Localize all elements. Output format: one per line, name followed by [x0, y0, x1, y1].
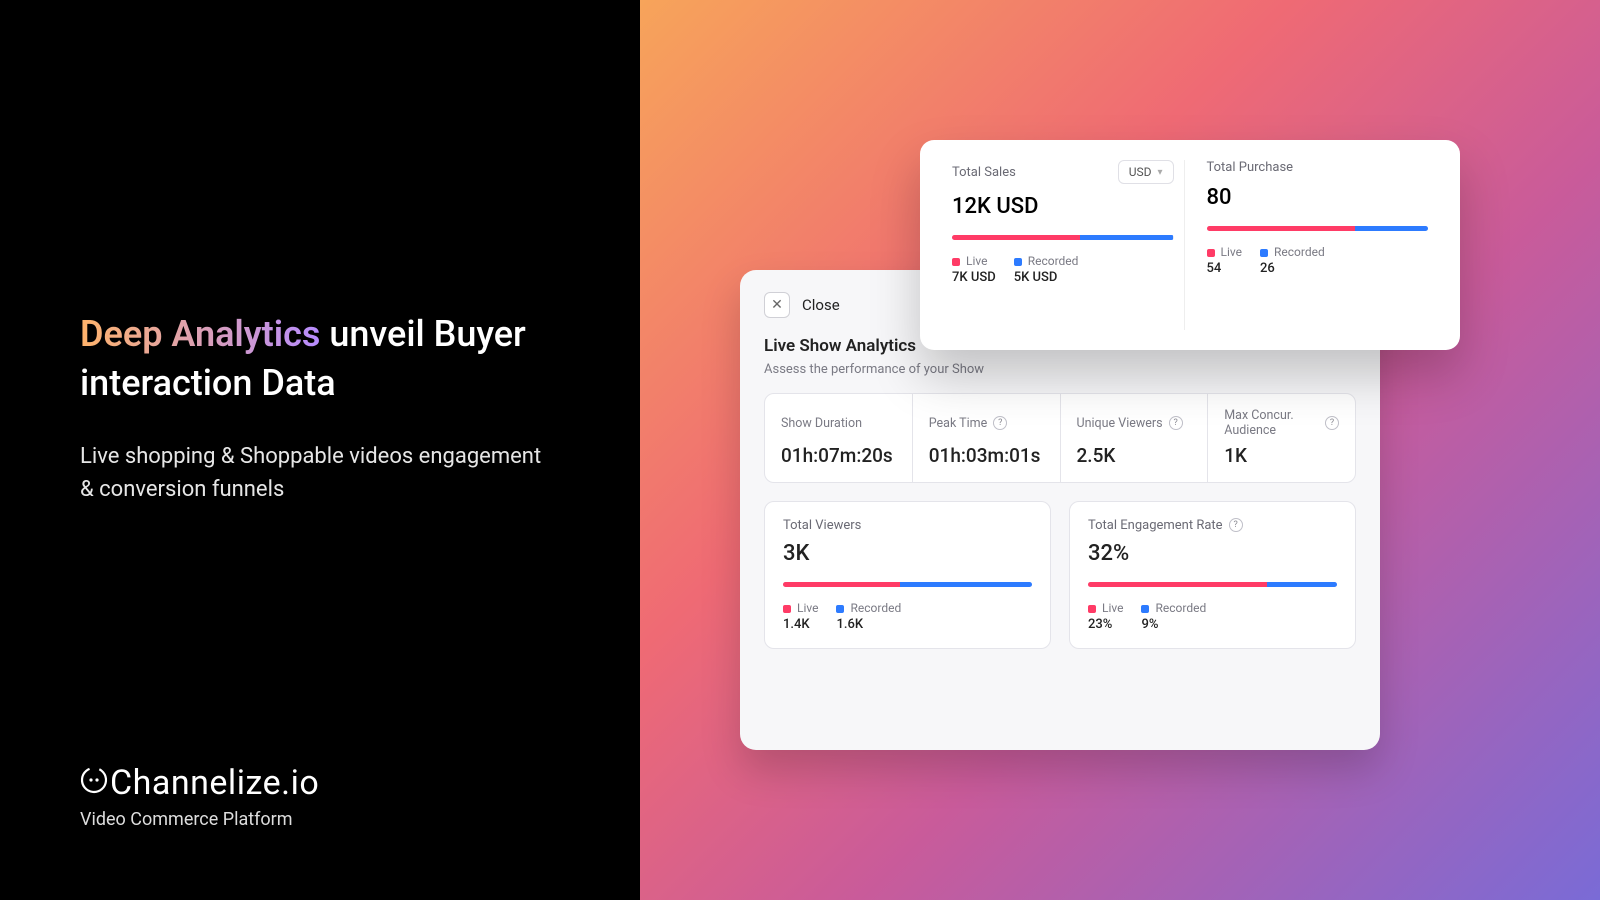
- legend-recorded: Recorded 26: [1260, 245, 1325, 276]
- close-button[interactable]: ✕: [764, 292, 790, 318]
- legend-live: Live 7K USD: [952, 254, 996, 285]
- bar-live-segment: [1207, 226, 1355, 231]
- legend-live: Live 23%: [1088, 601, 1123, 632]
- front-value: 80: [1207, 185, 1429, 210]
- mini-value: 3K: [783, 541, 1032, 566]
- dot-icon: [1260, 249, 1268, 257]
- dot-icon: [1207, 249, 1215, 257]
- stat-show-duration: Show Duration 01h:07m:20s: [765, 394, 913, 482]
- stat-value: 1K: [1224, 444, 1339, 468]
- legend: Live 7K USD Recorded 5K USD: [952, 254, 1174, 285]
- brand-logo: Channelize.io: [80, 763, 319, 803]
- logo-icon: [80, 766, 108, 794]
- info-icon[interactable]: ?: [1229, 518, 1243, 532]
- currency-select[interactable]: USD ▾: [1118, 160, 1174, 184]
- analytics-subtitle: Assess the performance of your Show: [764, 362, 1356, 377]
- brand-block: Channelize.io Video Commerce Platform: [80, 763, 319, 830]
- split-bar: [1088, 582, 1337, 587]
- mini-label: Total Engagement Rate: [1088, 518, 1223, 533]
- front-label: Total Purchase: [1207, 160, 1294, 175]
- stat-label: Show Duration: [781, 408, 896, 438]
- stat-value: 2.5K: [1077, 444, 1192, 468]
- mini-label: Total Viewers: [783, 518, 1032, 533]
- bar-recorded-segment: [1355, 226, 1428, 231]
- info-icon[interactable]: ?: [1325, 416, 1339, 430]
- stat-label: Unique Viewers: [1077, 416, 1163, 431]
- total-viewers-card: Total Viewers 3K Live 1.4K Recorded 1.6K: [764, 501, 1051, 649]
- bar-live-segment: [952, 235, 1080, 240]
- subheadline: Live shopping & Shoppable videos engagem…: [80, 440, 560, 506]
- headline-highlight: Deep Analytics: [80, 313, 320, 355]
- dot-icon: [1014, 258, 1022, 266]
- mini-value: 32%: [1088, 541, 1337, 566]
- stat-label: Peak Time: [929, 416, 988, 431]
- total-engagement-card: Total Engagement Rate? 32% Live 23% Reco…: [1069, 501, 1356, 649]
- bar-recorded-segment: [1080, 235, 1173, 240]
- chevron-down-icon: ▾: [1157, 167, 1162, 178]
- legend-live: Live 1.4K: [783, 601, 818, 632]
- stat-peak-time: Peak Time? 01h:03m:01s: [913, 394, 1061, 482]
- legend-recorded: Recorded 5K USD: [1014, 254, 1079, 285]
- stat-value: 01h:03m:01s: [929, 444, 1044, 468]
- close-label[interactable]: Close: [802, 296, 840, 314]
- showcase-right-panel: ✕ Close Live Show Analytics Assess the p…: [640, 0, 1600, 900]
- split-bar: [783, 582, 1032, 587]
- dot-icon: [783, 605, 791, 613]
- info-icon[interactable]: ?: [1169, 416, 1183, 430]
- legend-recorded: Recorded 9%: [1141, 601, 1206, 632]
- marketing-left-panel: Deep Analytics unveil Buyer interaction …: [0, 0, 640, 900]
- sales-summary-card: Total Sales USD ▾ 12K USD Live 7K USD Re…: [920, 140, 1460, 350]
- dot-icon: [836, 605, 844, 613]
- front-label: Total Sales: [952, 165, 1016, 180]
- dot-icon: [1088, 605, 1096, 613]
- stat-unique-viewers: Unique Viewers? 2.5K: [1061, 394, 1209, 482]
- legend-recorded: Recorded 1.6K: [836, 601, 901, 632]
- stat-label: Max Concur. Audience: [1224, 408, 1319, 438]
- bar-recorded-segment: [900, 582, 1032, 587]
- info-icon[interactable]: ?: [993, 416, 1007, 430]
- bar-live-segment: [1088, 582, 1267, 587]
- dot-icon: [952, 258, 960, 266]
- total-sales-col: Total Sales USD ▾ 12K USD Live 7K USD Re…: [942, 160, 1184, 330]
- headline: Deep Analytics unveil Buyer interaction …: [80, 310, 560, 407]
- brand-name: Channelize.io: [110, 763, 319, 803]
- stat-value: 01h:07m:20s: [781, 444, 896, 468]
- split-bar: [1207, 226, 1429, 231]
- legend: Live 23% Recorded 9%: [1088, 601, 1337, 632]
- bar-recorded-segment: [1267, 582, 1337, 587]
- split-bar: [952, 235, 1174, 240]
- dot-icon: [1141, 605, 1149, 613]
- legend: Live 1.4K Recorded 1.6K: [783, 601, 1032, 632]
- front-value: 12K USD: [952, 194, 1174, 219]
- bar-live-segment: [783, 582, 900, 587]
- close-icon: ✕: [771, 297, 783, 313]
- brand-tagline: Video Commerce Platform: [80, 809, 319, 830]
- legend: Live 54 Recorded 26: [1207, 245, 1429, 276]
- stat-max-concurrent: Max Concur. Audience? 1K: [1208, 394, 1355, 482]
- legend-live: Live 54: [1207, 245, 1242, 276]
- total-purchase-col: Total Purchase 80 Live 54 Recorded 26: [1184, 160, 1439, 330]
- stat-row: Show Duration 01h:07m:20s Peak Time? 01h…: [764, 393, 1356, 483]
